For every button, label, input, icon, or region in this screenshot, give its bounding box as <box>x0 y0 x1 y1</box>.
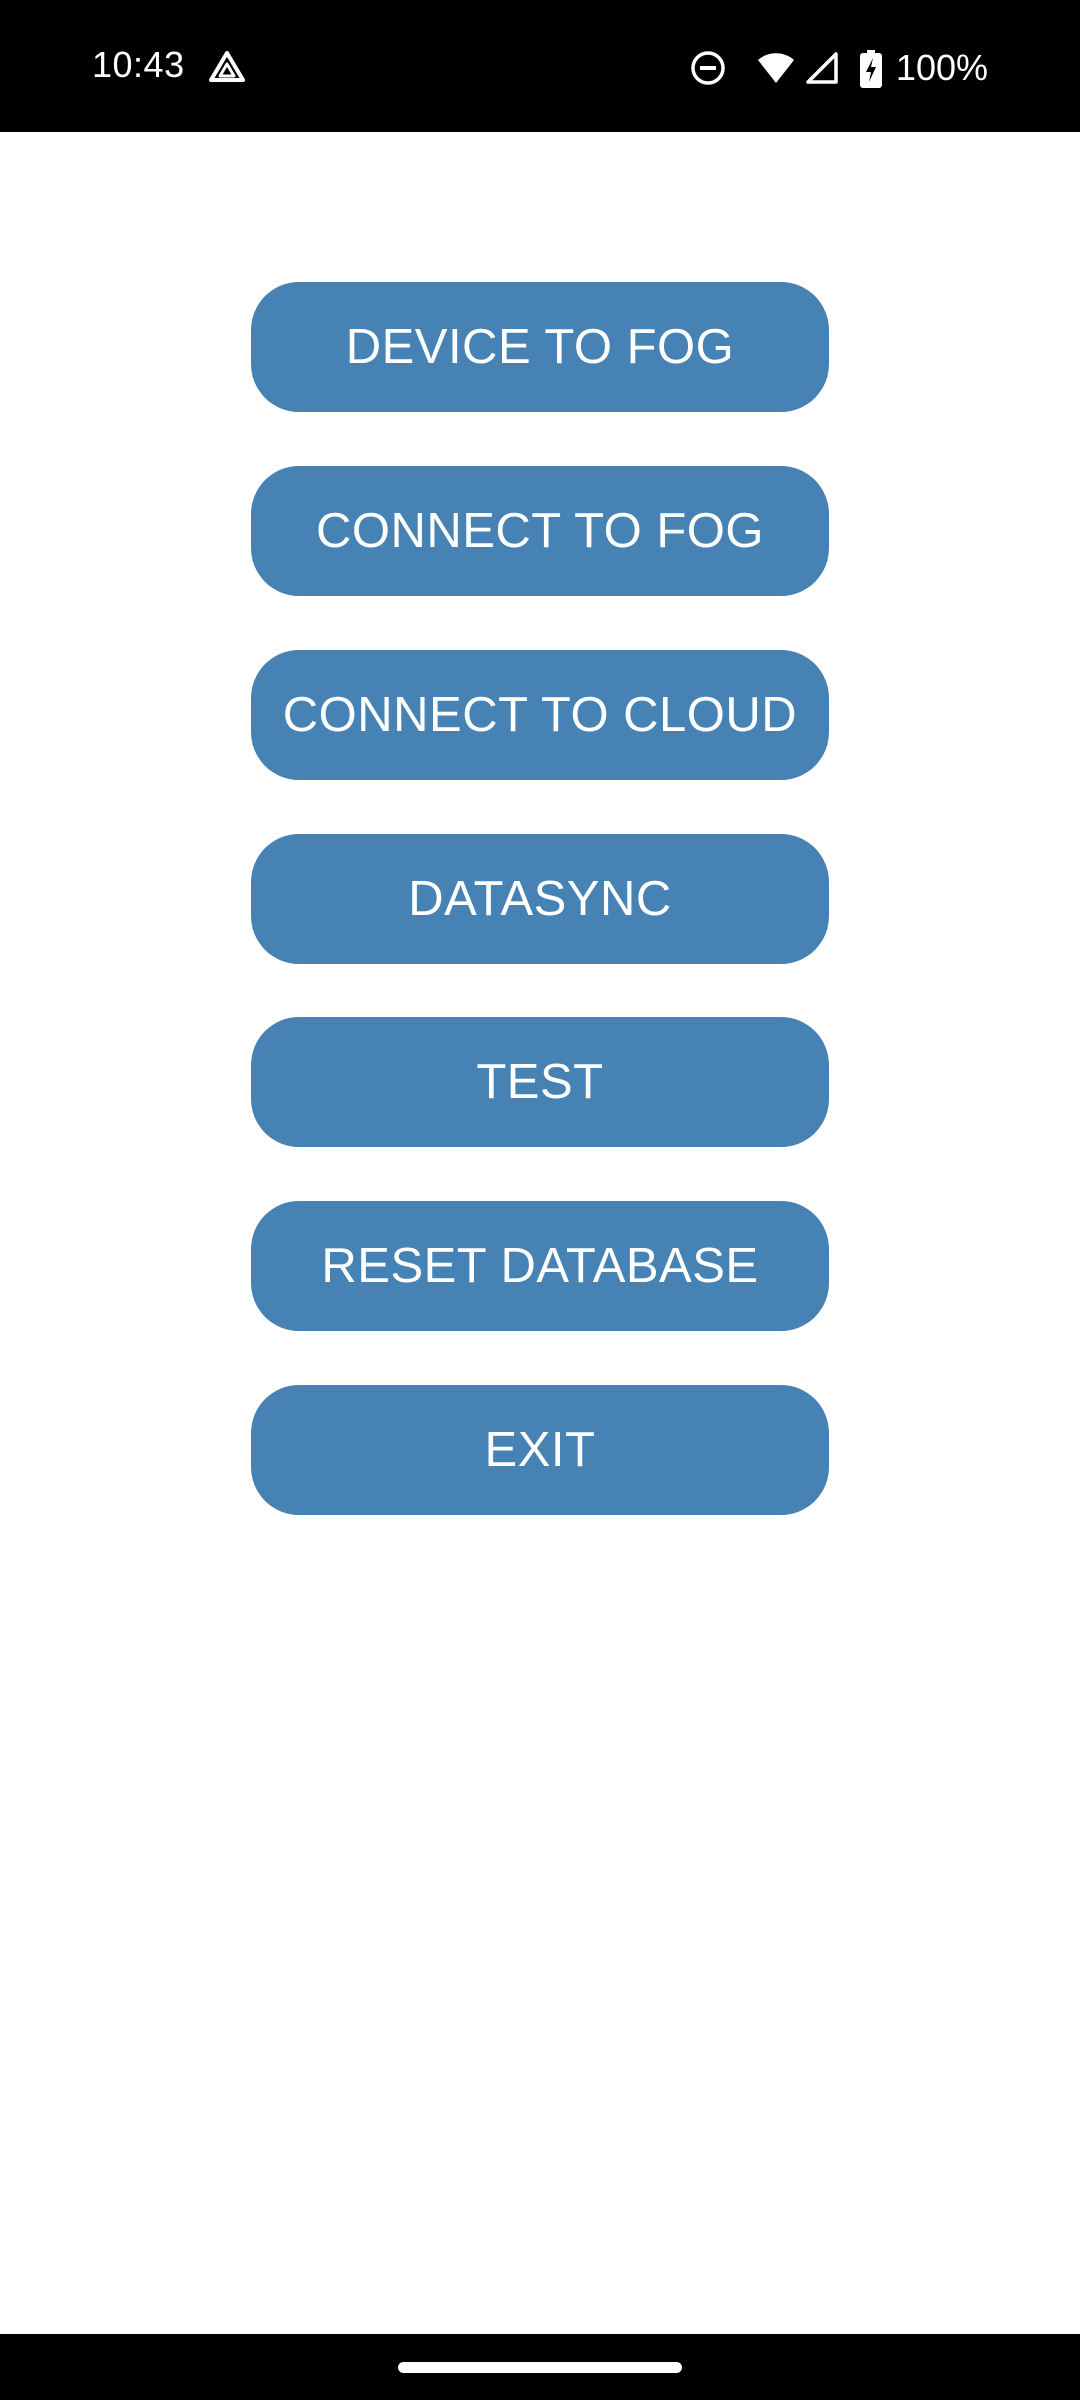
datasync-button[interactable]: DATASYNC <box>251 834 829 964</box>
reset-database-button[interactable]: RESET DATABASE <box>251 1201 829 1331</box>
exit-button[interactable]: EXIT <box>251 1385 829 1515</box>
wifi-icon <box>756 50 796 86</box>
battery-percentage: 100% <box>895 47 988 88</box>
cell-signal-icon <box>806 50 838 86</box>
status-icons: 100% <box>690 44 988 92</box>
status-time: 10:43 <box>92 44 185 85</box>
connect-to-cloud-button[interactable]: CONNECT TO CLOUD <box>251 650 829 780</box>
home-gesture-handle[interactable] <box>398 2362 682 2373</box>
drive-icon <box>208 50 246 84</box>
device-to-fog-button[interactable]: DEVICE TO FOG <box>251 282 829 412</box>
test-button[interactable]: TEST <box>251 1017 829 1147</box>
status-bar: 10:43 100% <box>0 0 1080 132</box>
connect-to-fog-button[interactable]: CONNECT TO FOG <box>251 466 829 596</box>
dnd-icon <box>690 50 726 86</box>
battery-charging-icon <box>859 50 882 88</box>
